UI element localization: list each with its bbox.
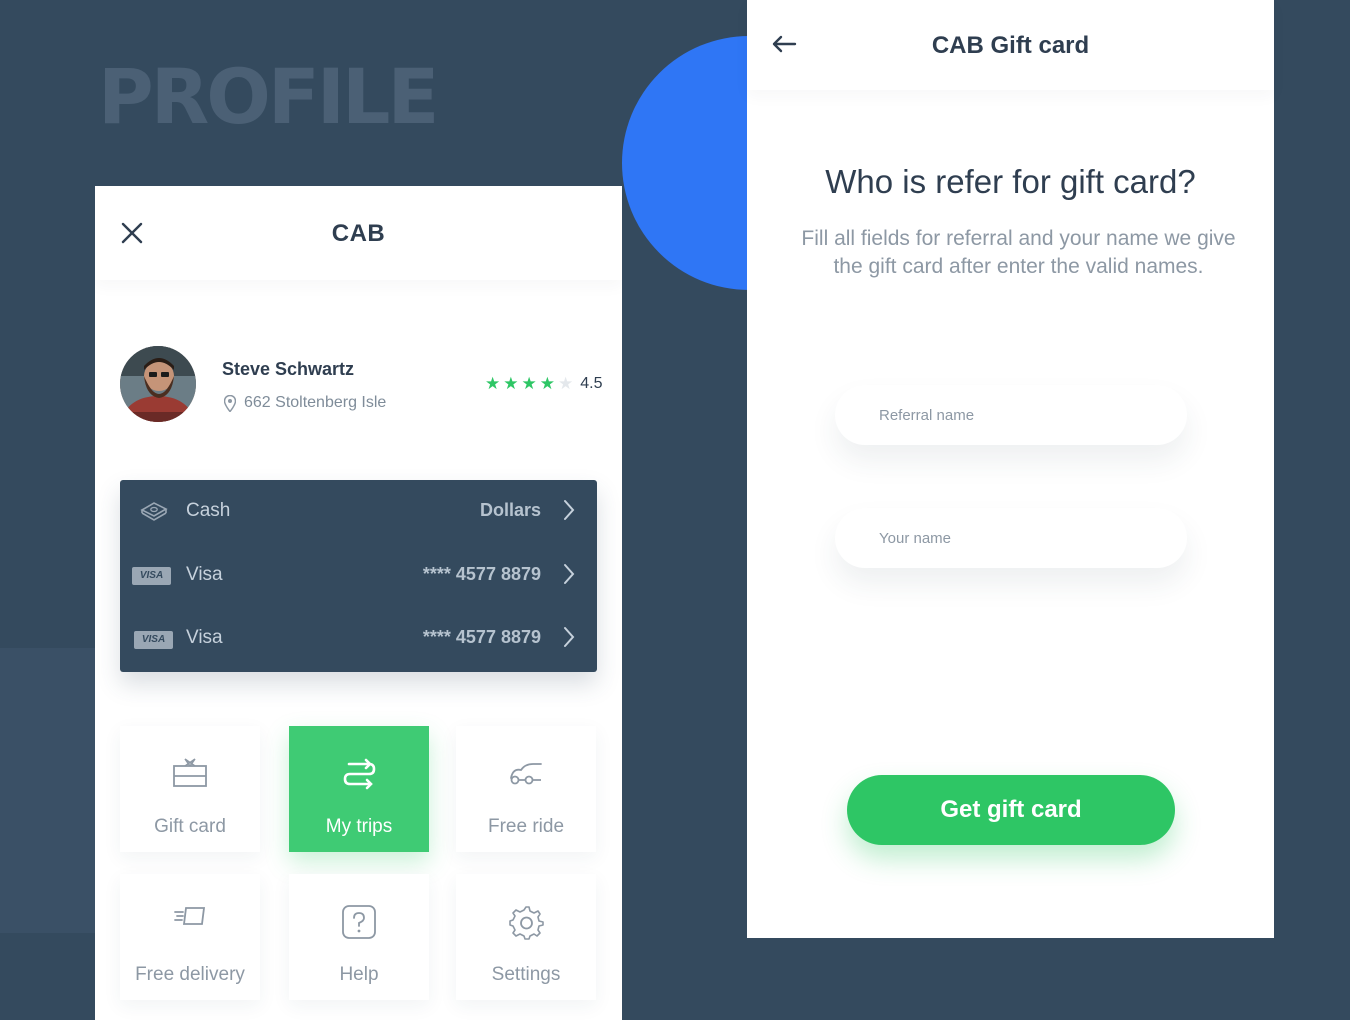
payment-label: Cash	[186, 500, 231, 521]
header: CAB	[95, 186, 622, 280]
payment-methods: Cash Dollars VISA Visa **** 4577 8879 VI…	[120, 480, 597, 672]
profile-screen: CAB Steve Schwartz 662 Stoltenberg Isle	[95, 186, 622, 1020]
menu-tile-my-trips[interactable]: My trips	[289, 726, 429, 852]
menu-tile-free-ride[interactable]: Free ride	[456, 726, 596, 852]
menu-tile-gift-card[interactable]: Gift card	[120, 726, 260, 852]
star-icon: ★	[521, 374, 537, 393]
cash-icon	[140, 502, 168, 521]
ride-icon	[510, 763, 542, 785]
help-icon	[342, 905, 376, 939]
menu-tile-settings[interactable]: Settings	[456, 874, 596, 1000]
menu-label: Gift card	[154, 816, 226, 837]
payment-value: **** 4577 8879	[422, 627, 541, 647]
star-icon: ★	[503, 374, 519, 393]
user-name: Steve Schwartz	[222, 359, 355, 379]
page-description: Fill all fields for referral and your na…	[801, 227, 1236, 278]
star-icon: ★	[539, 374, 555, 393]
rating-value: 4.5	[580, 375, 603, 392]
gear-icon	[509, 906, 544, 940]
menu-label: My trips	[325, 816, 393, 837]
payment-row-visa[interactable]: VISA Visa **** 4577 8879	[120, 617, 597, 657]
gift-icon	[173, 758, 207, 787]
chevron-right-icon	[564, 627, 575, 647]
payment-label: Visa	[186, 627, 223, 648]
visa-badge: VISA	[132, 567, 171, 585]
visa-icon: VISA	[132, 565, 171, 585]
rating: ★ ★ ★ ★ ★ 4.5	[485, 375, 603, 393]
screen-title: CAB Gift card	[931, 32, 1090, 59]
page-background-title: PROFILE	[98, 52, 439, 141]
star-icon: ★	[485, 374, 501, 393]
payment-label: Visa	[186, 564, 223, 585]
visa-badge: VISA	[134, 631, 173, 649]
your-name-input[interactable]	[835, 508, 1187, 568]
route-icon	[343, 758, 376, 790]
menu-label: Free ride	[487, 816, 565, 837]
gift-card-screen: CAB Gift card Who is refer for gift card…	[747, 0, 1274, 938]
payment-value: Dollars	[479, 500, 541, 520]
payment-row-cash[interactable]: Cash Dollars	[120, 490, 597, 530]
menu-label: Help	[339, 964, 379, 985]
menu-tile-free-delivery[interactable]: Free delivery	[120, 874, 260, 1000]
visa-icon: VISA	[134, 629, 173, 649]
payment-row-visa[interactable]: VISA Visa **** 4577 8879	[120, 554, 597, 594]
avatar[interactable]	[120, 346, 196, 422]
chevron-right-icon	[564, 564, 575, 584]
user-address: 662 Stoltenberg Isle	[224, 394, 386, 412]
chevron-right-icon	[564, 500, 575, 520]
payment-value: **** 4577 8879	[422, 564, 541, 584]
profile-summary[interactable]: Steve Schwartz 662 Stoltenberg Isle ★ ★ …	[120, 346, 603, 426]
menu-label: Settings	[491, 964, 561, 985]
referral-name-input[interactable]	[835, 385, 1187, 445]
location-pin-icon	[224, 394, 236, 412]
menu-tile-help[interactable]: Help	[289, 874, 429, 1000]
star-empty-icon: ★	[558, 374, 574, 393]
app-title: CAB	[331, 220, 386, 247]
delivery-icon	[174, 907, 206, 925]
menu-label: Free delivery	[135, 964, 245, 985]
get-gift-card-button[interactable]: Get gift card	[847, 775, 1175, 845]
page-heading: Who is refer for gift card?	[825, 163, 1196, 200]
address-text: 662 Stoltenberg Isle	[244, 394, 387, 411]
header: CAB Gift card	[747, 0, 1274, 90]
